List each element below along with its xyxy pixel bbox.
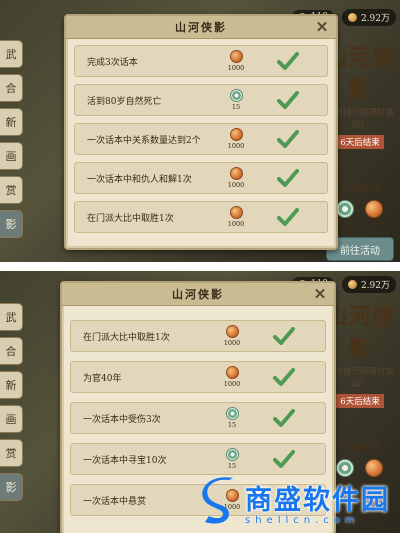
sidebar: 武 合 新 画 赏 影	[0, 303, 23, 507]
sidebar-tab[interactable]: 赏	[0, 439, 23, 467]
coin-icon	[229, 206, 243, 219]
task-row: 一次话本中寻宝10次 15	[70, 443, 326, 475]
jade-icon	[225, 407, 239, 420]
watermark-text: 商盛软件园	[245, 485, 390, 516]
sidebar-tab[interactable]: 新	[0, 371, 23, 399]
sidebar-tab[interactable]: 画	[0, 142, 23, 170]
resource-counter: 2.92万	[341, 8, 396, 26]
watermark: 商盛软件园 shellcn.com	[199, 476, 390, 528]
task-name: 一次话本中和仇人和解1次	[87, 174, 192, 185]
check-icon	[273, 327, 295, 345]
reward-item: 45	[335, 200, 354, 227]
check-icon	[277, 91, 299, 109]
task-modal: 山河侠影 ✕ 完成3次话本 1000 活到80岁自然死亡 15 一次话本中关系数…	[64, 14, 338, 250]
sidebar-tab[interactable]: 合	[0, 74, 23, 102]
check-icon	[273, 368, 295, 386]
task-name: 活到80岁自然死亡	[87, 96, 162, 107]
task-name: 为官40年	[83, 373, 122, 384]
task-name: 一次话本中悬赏	[83, 496, 147, 507]
shellcn-logo-icon	[202, 477, 233, 524]
task-reward: 1000	[223, 206, 249, 228]
task-name: 一次话本中受伤3次	[83, 414, 161, 425]
coin-icon	[229, 50, 243, 63]
event-countdown: 6天后结束	[336, 135, 384, 149]
sidebar-tab[interactable]: 合	[0, 337, 23, 365]
reward-item: 6000	[364, 200, 384, 227]
task-reward: 15	[219, 407, 245, 429]
close-icon[interactable]: ✕	[314, 18, 330, 36]
sidebar-tab[interactable]: 武	[0, 40, 23, 68]
check-icon	[277, 169, 299, 187]
task-row: 完成3次话本 1000	[74, 45, 328, 77]
check-icon	[277, 208, 299, 226]
coin-icon	[364, 459, 383, 477]
sidebar-tab[interactable]: 新	[0, 108, 23, 136]
check-icon	[273, 450, 295, 468]
modal-title: 山河侠影	[172, 288, 224, 301]
task-row: 一次话本中受伤3次 15	[70, 402, 326, 434]
jade-icon	[225, 448, 239, 461]
task-row: 一次话本中和仇人和解1次 1000	[74, 162, 328, 194]
event-countdown: 6天后结束	[336, 394, 384, 408]
task-reward: 15	[223, 89, 249, 111]
task-row: 活到80岁自然死亡 15	[74, 84, 328, 116]
task-name: 一次话本中关系数量达到2个	[87, 135, 201, 146]
resource-counter: 2.92万	[341, 275, 396, 293]
coin-icon	[225, 366, 239, 379]
task-reward: 1000	[223, 128, 249, 150]
sidebar-tab[interactable]: 画	[0, 405, 23, 433]
task-reward: 1000	[219, 366, 245, 388]
screenshot-bottom: 110 2.92万 武 合 新 画 赏 影 山河侠影 参与排行榜限时挑战！ 6天…	[0, 271, 400, 533]
task-name: 一次话本中寻宝10次	[83, 455, 167, 466]
modal-header: 山河侠影 ✕	[66, 16, 336, 39]
task-name: 完成3次话本	[87, 57, 138, 68]
sidebar-tab-active[interactable]: 影	[0, 210, 23, 238]
sidebar-tab[interactable]: 武	[0, 303, 23, 331]
screenshot-top: 110 2.92万 武 合 新 画 赏 影 山河侠影 参与排行榜限时挑战！ 6天…	[0, 0, 400, 262]
coin-icon	[229, 128, 243, 141]
coin-icon	[347, 279, 357, 289]
task-reward: 1000	[219, 325, 245, 347]
check-icon	[277, 130, 299, 148]
watermark-url: shellcn.com	[245, 515, 360, 526]
modal-header: 山河侠影 ✕	[62, 283, 334, 306]
check-icon	[277, 52, 299, 70]
task-reward: 1000	[223, 50, 249, 72]
sidebar-tab-active[interactable]: 影	[0, 473, 23, 501]
jade-icon	[335, 200, 354, 218]
check-icon	[273, 409, 295, 427]
coin-icon	[225, 325, 239, 338]
coin-icon	[347, 12, 357, 22]
coin-icon	[364, 200, 383, 218]
jade-icon	[335, 459, 354, 477]
task-row: 为官40年 1000	[70, 361, 326, 393]
task-row: 在门派大比中取胜1次 1000	[74, 201, 328, 233]
task-reward: 1000	[223, 167, 249, 189]
task-row: 一次话本中关系数量达到2个 1000	[74, 123, 328, 155]
task-row: 在门派大比中取胜1次 1000	[70, 320, 326, 352]
task-name: 在门派大比中取胜1次	[83, 332, 170, 343]
jade-icon	[229, 89, 243, 102]
task-reward: 15	[219, 448, 245, 470]
sidebar-tab[interactable]: 赏	[0, 176, 23, 204]
modal-title: 山河侠影	[175, 21, 227, 34]
close-icon[interactable]: ✕	[312, 285, 328, 303]
sidebar: 武 合 新 画 赏 影	[0, 40, 23, 244]
task-name: 在门派大比中取胜1次	[87, 213, 174, 224]
coin-icon	[229, 167, 243, 180]
screenshot-divider	[0, 262, 400, 271]
task-list: 完成3次话本 1000 活到80岁自然死亡 15 一次话本中关系数量达到2个 1…	[66, 39, 336, 262]
